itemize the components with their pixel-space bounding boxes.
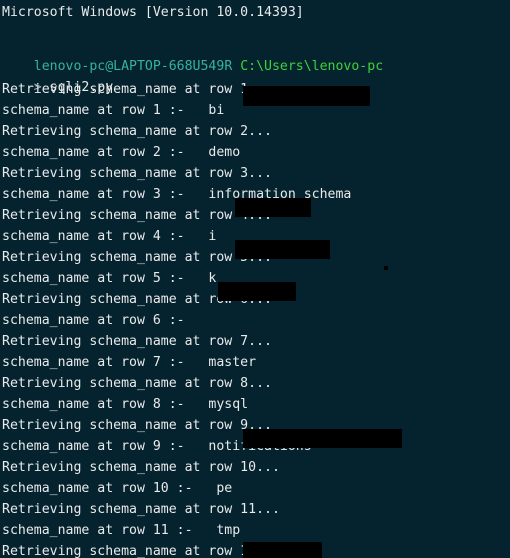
prompt-path: C:\Users\lenovo-pc — [240, 59, 384, 74]
prompt-line: lenovo-pc@LAPTOP-668U549R C:\Users\lenov… — [2, 35, 383, 74]
redaction-bar — [218, 282, 296, 301]
redaction-bar — [235, 240, 330, 259]
terminal-output-line: schema_name at row 11 :- tmp — [2, 523, 241, 538]
terminal-output-line: Retrieving schema_name at row 12... — [2, 544, 280, 558]
terminal-output-line: Retrieving schema_name at row 5... — [2, 250, 272, 265]
terminal-output-line: Retrieving schema_name at row 10... — [2, 460, 280, 475]
terminal-output-line: schema_name at row 8 :- mysql — [2, 397, 249, 412]
redaction-bar — [243, 429, 402, 448]
terminal-output-line: schema_name at row 1 :- bi — [2, 103, 225, 118]
terminal-output-line: schema_name at row 5 :- k — [2, 271, 217, 286]
redaction-bar — [235, 198, 311, 217]
terminal-output-line: schema_name at row 10 :- pe — [2, 481, 233, 496]
redaction-bar — [243, 542, 322, 558]
terminal-output-line: schema_name at row 6 :- — [2, 313, 209, 328]
command-line[interactable]: > sqli2.py — [2, 56, 113, 95]
terminal-output-line: Retrieving schema_name at row 4... — [2, 208, 272, 223]
terminal-output-line: Retrieving schema_name at row 2... — [2, 124, 272, 139]
terminal-output-line: schema_name at row 7 :- master — [2, 355, 257, 370]
terminal-output-line: schema_name at row 2 :- demo — [2, 145, 241, 160]
windows-version-banner: Microsoft Windows [Version 10.0.14393] — [2, 5, 304, 20]
redaction-bar — [243, 86, 370, 106]
terminal-output-line: schema_name at row 4 :- i — [2, 229, 217, 244]
terminal-output-line: Retrieving schema_name at row 8... — [2, 376, 272, 391]
redaction-artifact-dot — [384, 266, 388, 270]
terminal-output-line: Retrieving schema_name at row 9... — [2, 418, 272, 433]
terminal-output-line: Retrieving schema_name at row 1... — [2, 82, 272, 97]
terminal-output-line: Retrieving schema_name at row 3... — [2, 166, 272, 181]
terminal-output-line: Retrieving schema_name at row 7... — [2, 334, 272, 349]
terminal-output-line: Retrieving schema_name at row 11... — [2, 502, 280, 517]
terminal-window[interactable]: Microsoft Windows [Version 10.0.14393] l… — [0, 0, 510, 558]
